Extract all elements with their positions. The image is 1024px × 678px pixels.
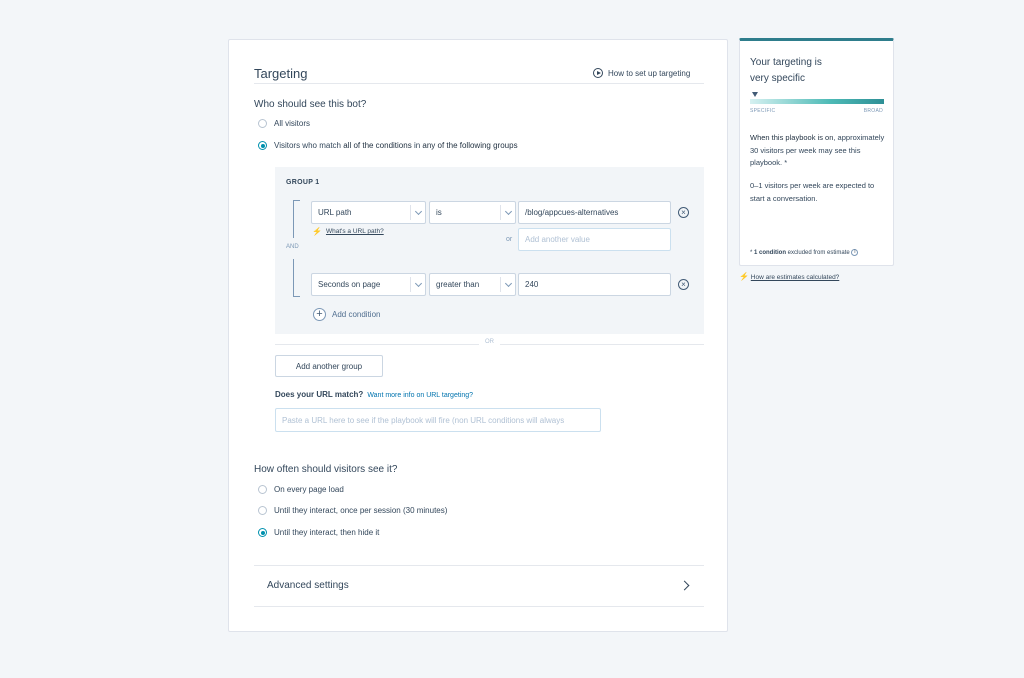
- estimate-title-line: very specific: [750, 73, 806, 84]
- select-value: is: [436, 208, 442, 217]
- radio-circle-selected[interactable]: [258, 141, 267, 150]
- select-value: Seconds on page: [318, 280, 381, 289]
- url-match-label: Does your URL match?: [275, 390, 364, 399]
- estimate-paragraph: When this playbook is on, approximately …: [750, 132, 888, 170]
- radio-circle[interactable]: [258, 119, 267, 128]
- radio-circle[interactable]: [258, 506, 267, 515]
- url-match-input[interactable]: Paste a URL here to see if the playbook …: [275, 408, 601, 432]
- radio-all-visitors[interactable]: All visitors: [258, 119, 310, 128]
- conversation-paragraph: 0–1 visitors per week are expected to st…: [750, 181, 875, 203]
- how-to-link[interactable]: How to set up targeting: [593, 68, 690, 78]
- advanced-settings-toggle[interactable]: Advanced settings: [254, 566, 704, 606]
- radio-circle-selected[interactable]: [258, 528, 267, 537]
- add-value-input[interactable]: Add another value: [518, 228, 671, 251]
- info-icon[interactable]: i: [851, 249, 859, 256]
- condition-value-input[interactable]: 240: [518, 273, 671, 296]
- radio-matching-visitors[interactable]: Visitors who match all of the conditions…: [258, 141, 518, 150]
- radio-label: All visitors: [274, 119, 311, 128]
- radio-label: Until they interact, then hide it: [274, 528, 380, 537]
- gauge-right-label: BROAD: [863, 108, 883, 114]
- chevron-down-icon: [500, 205, 515, 220]
- add-condition-button[interactable]: + Add condition: [313, 308, 380, 321]
- foot-bold: 1 condition: [754, 250, 787, 257]
- chevron-down-icon: [500, 277, 515, 292]
- add-group-button[interactable]: Add another group: [275, 355, 383, 377]
- or-divider-label: OR: [479, 339, 500, 345]
- how-to-label: How to set up targeting: [608, 68, 691, 78]
- remove-condition-icon[interactable]: ×: [678, 279, 689, 290]
- radio-label: Until they interact, once per session (3…: [274, 506, 448, 515]
- radio-label: On every page load: [274, 485, 344, 494]
- condition-field-select[interactable]: URL path: [311, 201, 426, 224]
- url-match-row: Does your URL match? Want more info on U…: [275, 390, 473, 399]
- play-icon: [593, 68, 603, 78]
- radio-label: Visitors who match all of the conditions…: [274, 141, 518, 150]
- condition-value-input[interactable]: /blog/appcues-alternatives: [518, 201, 671, 224]
- input-value: /blog/appcues-alternatives: [525, 208, 619, 217]
- condition-field-select[interactable]: Seconds on page: [311, 273, 426, 296]
- input-placeholder: Add another value: [525, 235, 590, 244]
- targeting-card: Targeting How to set up targeting Who sh…: [228, 39, 728, 632]
- select-value: URL path: [318, 208, 352, 217]
- chevron-down-icon: [410, 205, 425, 220]
- group-label: GROUP 1: [286, 179, 320, 186]
- or-label: or: [506, 236, 513, 243]
- chevron-right-icon: [679, 580, 690, 591]
- who-question: Who should see this bot?: [254, 99, 367, 110]
- and-bracket: [293, 259, 300, 297]
- estimates-link-label: How are estimates calculated?: [750, 274, 840, 281]
- input-placeholder: Paste a URL here to see if the playbook …: [282, 415, 565, 425]
- estimate-footnote: * 1 condition excluded from estimate i: [750, 249, 859, 257]
- input-value: 240: [525, 280, 539, 289]
- condition-group: GROUP 1 AND URL path is /blog/appcues-al…: [275, 167, 704, 334]
- page-title: Targeting: [254, 66, 308, 81]
- advanced-label: Advanced settings: [267, 580, 349, 591]
- condition-operator-select[interactable]: is: [429, 201, 516, 224]
- url-path-help[interactable]: ⚡ What's a URL path?: [312, 227, 384, 236]
- chevron-down-icon: [410, 277, 425, 292]
- url-targeting-link[interactable]: Want more info on URL targeting?: [367, 392, 473, 399]
- and-label: AND: [286, 244, 299, 250]
- advanced-divider-bottom: [254, 606, 704, 607]
- foot-text: excluded from estimate: [786, 250, 850, 257]
- estimate-bold: When this playbook is on: [750, 133, 834, 142]
- radio-then-hide[interactable]: Until they interact, then hide it: [258, 528, 379, 537]
- gauge-marker-icon: [751, 92, 758, 97]
- help-link[interactable]: What's a URL path?: [326, 228, 384, 235]
- gauge-left-label: SPECIFIC: [750, 108, 776, 114]
- estimates-help-link[interactable]: ⚡ How are estimates calculated?: [739, 272, 839, 281]
- estimate-title: Your targeting is very specific: [750, 55, 880, 87]
- condition-operator-select[interactable]: greater than: [429, 273, 516, 296]
- add-condition-label: Add condition: [332, 310, 381, 319]
- specificity-gauge: [750, 99, 884, 104]
- radio-circle[interactable]: [258, 485, 267, 494]
- frequency-question: How often should visitors see it?: [254, 464, 398, 475]
- remove-condition-icon[interactable]: ×: [678, 207, 689, 218]
- estimate-title-line: Your targeting is: [750, 57, 822, 68]
- plus-icon: +: [313, 308, 326, 321]
- title-divider: [254, 83, 704, 84]
- lightning-icon: ⚡: [739, 272, 749, 281]
- lightning-icon: ⚡: [312, 227, 322, 236]
- radio-once-per-session[interactable]: Until they interact, once per session (3…: [258, 506, 447, 515]
- estimate-card: Your targeting is very specific SPECIFIC…: [739, 38, 894, 266]
- select-value: greater than: [436, 280, 480, 289]
- radio-every-page-load[interactable]: On every page load: [258, 485, 344, 494]
- and-bracket: [293, 200, 300, 238]
